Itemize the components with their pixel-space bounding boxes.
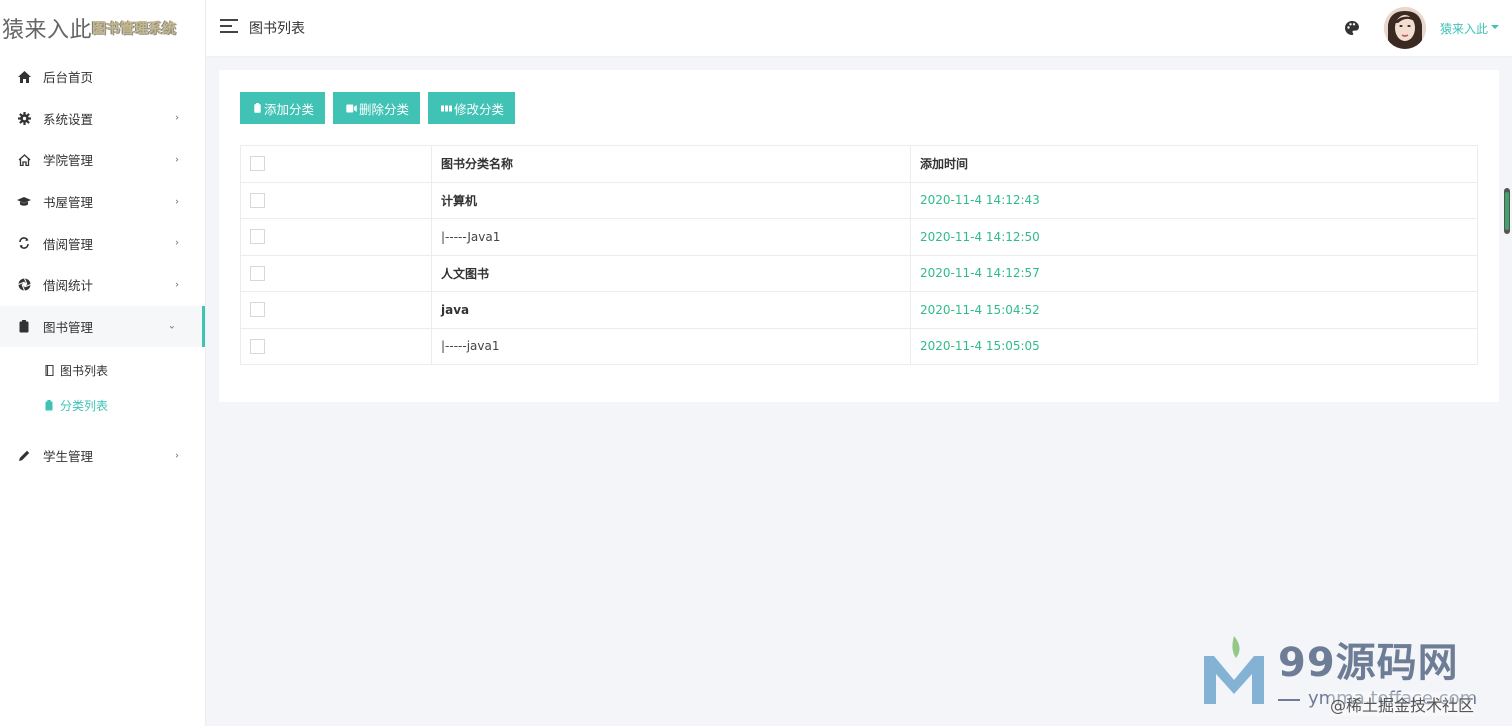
sidebar-item-student-management[interactable]: 学生管理 › (0, 435, 205, 477)
sidebar-menu: 后台首页 系统设置 › 学院管理 › 书屋管理 › 借阅管理 › 借阅统计 › … (0, 56, 205, 348)
clipboard-icon (44, 400, 54, 412)
sidebar-subitem-category-list[interactable]: 分类列表 (0, 388, 205, 423)
row-checkbox[interactable] (250, 302, 265, 318)
chevron-right-icon: › (175, 279, 179, 291)
category-name-cell: java (431, 291, 911, 329)
gear-icon (17, 111, 31, 125)
sidebar-item-home[interactable]: 后台首页 (0, 56, 205, 98)
table-row[interactable]: java 2020-11-4 15:04:52 (240, 291, 1478, 329)
delete-category-button[interactable]: 删除分类 (333, 92, 421, 124)
sidebar-item-label: 系统设置 (43, 111, 94, 127)
toolbar: 添加分类 删除分类 修改分类 (240, 92, 516, 124)
sidebar-subitem-label: 图书列表 (60, 364, 109, 379)
chevron-right-icon: › (175, 237, 179, 249)
watermark-url: ymma.tofface.com (1308, 688, 1478, 709)
video-icon (345, 103, 357, 113)
app-logo[interactable]: 猿来入此 图书管理系统 (0, 0, 205, 56)
category-table: 图书分类名称 添加时间 计算机 2020-11-4 14:12:43 |----… (240, 145, 1478, 365)
category-name-cell: |-----Java1 (431, 218, 911, 256)
table-row[interactable]: |-----java1 2020-11-4 15:05:05 (240, 327, 1478, 365)
table-header-row: 图书分类名称 添加时间 (240, 145, 1478, 183)
row-checkbox[interactable] (250, 229, 265, 245)
watermark-logo-icon (1204, 636, 1264, 704)
add-category-label: 添加分类 (264, 101, 315, 117)
chevron-right-icon: › (175, 450, 179, 462)
sidebar: 猿来入此 图书管理系统 后台首页 系统设置 › 学院管理 › 书屋管理 › 借阅… (0, 0, 206, 726)
delete-category-label: 删除分类 (359, 101, 410, 117)
row-checkbox[interactable] (250, 265, 265, 281)
pencil-icon (17, 449, 31, 463)
chevron-right-icon: › (175, 154, 179, 166)
added-time-cell: 2020-11-4 15:04:52 (910, 291, 1478, 329)
edit-category-label: 修改分类 (454, 101, 505, 117)
row-check-cell (240, 254, 432, 292)
row-check-cell (240, 327, 432, 365)
caret-down-icon[interactable] (1491, 25, 1499, 29)
sidebar-item-bookhouse[interactable]: 书屋管理 › (0, 181, 205, 223)
watermark-community: @稀土掘金技术社区 (1330, 692, 1475, 716)
added-time-cell: 2020-11-4 14:12:57 (910, 254, 1478, 292)
aperture-icon (17, 278, 31, 292)
palette-icon[interactable] (1344, 20, 1360, 36)
watermark: 99源码网 ymma.tofface.com @稀土掘金技术社区 (1202, 616, 1512, 726)
row-checkbox[interactable] (250, 192, 265, 208)
clipboard-icon (252, 103, 262, 113)
columns-icon (440, 103, 452, 113)
book-submenu: 图书列表 分类列表 (0, 347, 205, 427)
row-check-cell (240, 291, 432, 329)
header-check-cell (240, 145, 432, 183)
sidebar-menu-lower: 学生管理 › (0, 435, 205, 477)
page-scrollbar[interactable] (1504, 188, 1510, 234)
avatar[interactable] (1384, 7, 1426, 49)
sidebar-item-borrow[interactable]: 借阅管理 › (0, 222, 205, 264)
sidebar-item-label: 借阅统计 (43, 278, 94, 294)
graduation-cap-icon (17, 195, 31, 209)
sidebar-item-system-settings[interactable]: 系统设置 › (0, 98, 205, 140)
watermark-brand: 99源码网 (1278, 640, 1459, 686)
clipboard-icon (17, 319, 31, 333)
category-name-cell: |-----java1 (431, 327, 911, 365)
column-header-name: 图书分类名称 (431, 145, 911, 183)
user-name[interactable]: 猿来入此 (1440, 20, 1488, 37)
sidebar-item-label: 借阅管理 (43, 236, 94, 252)
row-check-cell (240, 181, 432, 219)
select-all-checkbox[interactable] (250, 156, 265, 172)
sidebar-item-book-management[interactable]: 图书管理 ⌄ (0, 305, 205, 348)
sidebar-subitem-book-list[interactable]: 图书列表 (0, 353, 205, 388)
added-time-cell: 2020-11-4 15:05:05 (910, 327, 1478, 365)
added-time-cell: 2020-11-4 14:12:50 (910, 218, 1478, 256)
category-name-cell: 人文图书 (431, 254, 911, 292)
logo-main-text: 猿来入此 (2, 18, 93, 43)
book-icon (44, 365, 54, 377)
add-category-button[interactable]: 添加分类 (240, 92, 326, 124)
chevron-down-icon: ⌄ (167, 320, 176, 332)
logo-sub-text: 图书管理系统 (92, 21, 177, 37)
table-row[interactable]: 计算机 2020-11-4 14:12:43 (240, 181, 1478, 219)
page-title: 图书列表 (249, 21, 305, 37)
category-panel: 添加分类 删除分类 修改分类 图书分类名称 添加时间 计算机 2020-11-4… (219, 70, 1499, 402)
refresh-icon (17, 236, 31, 250)
row-checkbox[interactable] (250, 338, 265, 354)
table-row[interactable]: |-----Java1 2020-11-4 14:12:50 (240, 218, 1478, 256)
row-check-cell (240, 218, 432, 256)
added-time-cell: 2020-11-4 14:12:43 (910, 181, 1478, 219)
top-header: 图书列表 猿来入此 (206, 0, 1512, 56)
sidebar-subitem-label: 分类列表 (60, 399, 109, 414)
chevron-right-icon: › (175, 112, 179, 124)
edit-category-button[interactable]: 修改分类 (428, 92, 516, 124)
table-row[interactable]: 人文图书 2020-11-4 14:12:57 (240, 254, 1478, 292)
sidebar-item-statistics[interactable]: 借阅统计 › (0, 264, 205, 306)
sidebar-item-label: 后台首页 (43, 70, 94, 86)
home-icon (17, 70, 31, 84)
sidebar-item-label: 书屋管理 (43, 195, 94, 211)
chevron-right-icon: › (175, 196, 179, 208)
menu-toggle-icon[interactable] (220, 19, 238, 33)
sidebar-item-label: 图书管理 (43, 319, 94, 335)
house-outline-icon (17, 153, 31, 167)
sidebar-item-label: 学生管理 (43, 449, 94, 465)
column-header-time: 添加时间 (910, 145, 1478, 183)
sidebar-item-college[interactable]: 学院管理 › (0, 139, 205, 181)
sidebar-item-label: 学院管理 (43, 153, 94, 169)
category-name-cell: 计算机 (431, 181, 911, 219)
